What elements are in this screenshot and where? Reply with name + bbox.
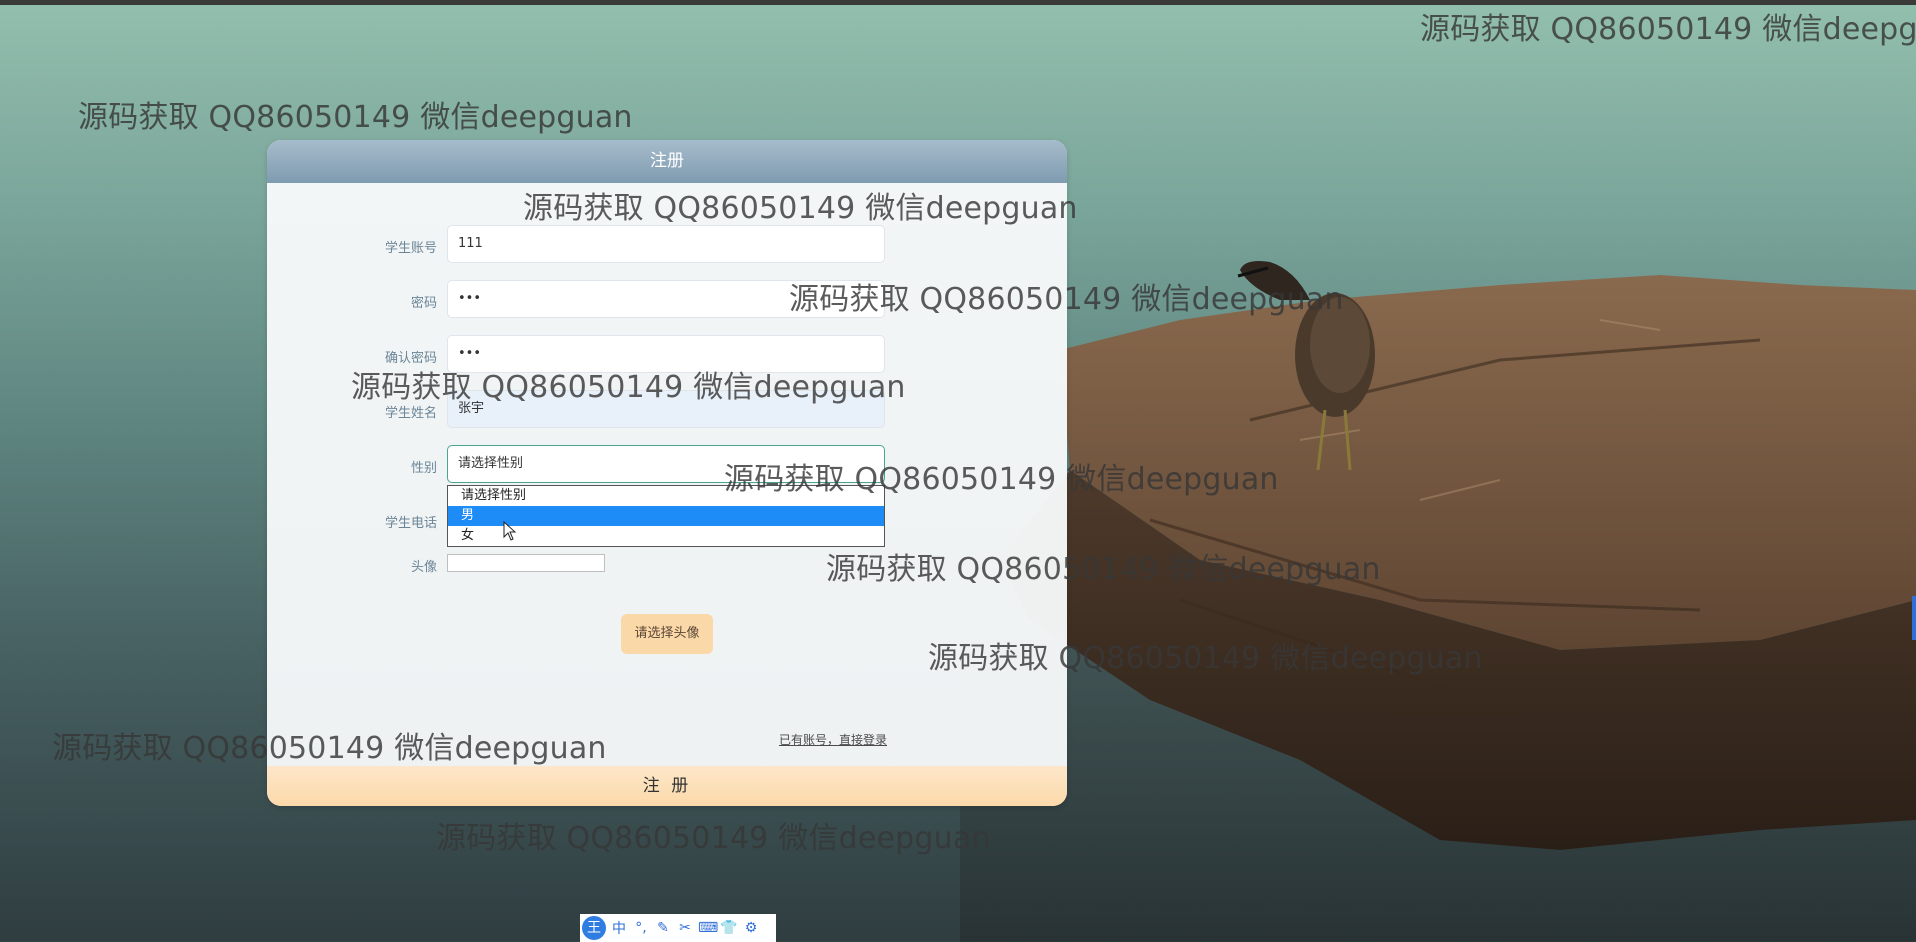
- choose-avatar-button[interactable]: 请选择头像: [621, 614, 713, 654]
- ime-skin-icon[interactable]: 👕: [720, 920, 738, 936]
- ime-logo-icon[interactable]: 王: [582, 916, 606, 940]
- ime-settings-icon[interactable]: ⚙: [742, 920, 760, 936]
- watermark: 源码获取 QQ86050149 微信deepguan: [826, 552, 1381, 587]
- avatar-image-placeholder: [447, 554, 605, 572]
- ime-toolbar: 王 中 °, ✎ ✂ ⌨ 👕 ⚙: [580, 914, 776, 942]
- account-row: 学生账号 111: [267, 225, 1067, 265]
- watermark: 源码获取 QQ86050149 微信deepguan: [52, 731, 607, 766]
- phone-label: 学生电话: [384, 516, 437, 531]
- account-input[interactable]: 111: [447, 225, 885, 263]
- watermark: 源码获取 QQ86050149 微信deepguan: [436, 821, 991, 856]
- account-label: 学生账号: [384, 241, 437, 256]
- gender-label: 性别: [410, 461, 437, 476]
- ime-screenshot-icon[interactable]: ✂: [676, 920, 694, 936]
- avatar-label: 头像: [410, 560, 437, 575]
- watermark: 源码获取 QQ86050149 微信deepguan: [78, 100, 633, 135]
- watermark: 源码获取 QQ86050149 微信deepguan: [928, 641, 1483, 676]
- password-label: 密码: [410, 296, 437, 311]
- ime-keyboard-icon[interactable]: ⌨: [698, 920, 718, 936]
- watermark: 源码获取 QQ86050149 微信deepguan: [724, 462, 1279, 497]
- watermark: 源码获取 QQ86050149 微信deepgu: [1420, 12, 1916, 47]
- ime-punctuation-icon[interactable]: °,: [632, 920, 650, 936]
- watermark: 源码获取 QQ86050149 微信deepguan: [351, 370, 906, 405]
- ime-chinese-mode-icon[interactable]: 中: [610, 918, 628, 938]
- register-submit-button[interactable]: 注 册: [267, 766, 1067, 806]
- watermark: 源码获取 QQ86050149 微信deepguan: [789, 282, 1344, 317]
- ime-handwriting-icon[interactable]: ✎: [654, 920, 672, 936]
- watermark: 源码获取 QQ86050149 微信deepguan: [523, 191, 1078, 226]
- panel-title: 注册: [267, 140, 1067, 183]
- login-link[interactable]: 已有账号，直接登录: [779, 731, 887, 748]
- mouse-cursor-icon: [503, 521, 517, 541]
- edge-widget[interactable]: [1912, 596, 1916, 640]
